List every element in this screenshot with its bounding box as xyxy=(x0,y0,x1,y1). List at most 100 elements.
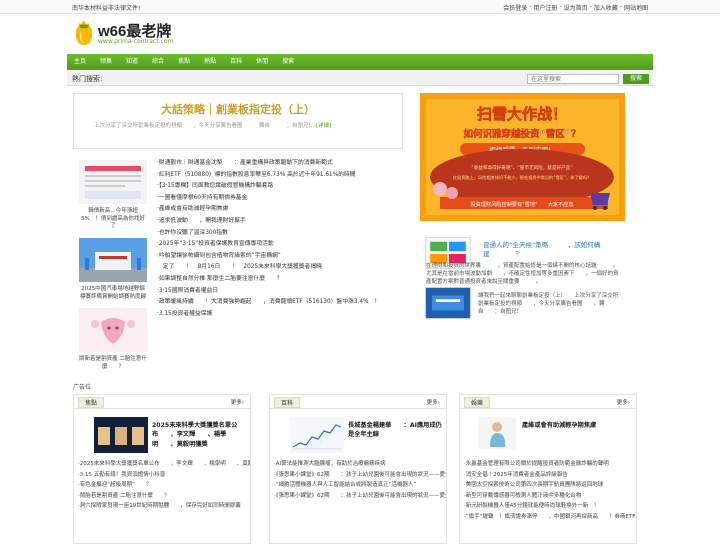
side-headline[interactable]: 普通人的“全天候”策略 ，該如何構建 ？ xyxy=(483,241,623,259)
tab-focus[interactable]: 焦點 xyxy=(78,397,105,408)
top-notice: 南华本材料益非法律文件! xyxy=(72,5,141,12)
panel-headline[interactable]: 長城基金楊建華 ：AI應用成仍是全年主線 xyxy=(348,421,444,440)
list-item[interactable]: ·吟舶望讓徐帕攝到包含植物背緣索的“宇宙橢網” xyxy=(157,251,407,263)
market-chart-image[interactable] xyxy=(290,417,344,453)
list-item[interactable]: ·“旗手”燿聲 ！旗濟證券漲停 ，中國銀河再探新高 ！券商ETF（512000）… xyxy=(464,512,636,523)
panel-entertainment: 娛樂 更多› 產維或會有助減輕孕期焦慮 ·永贏基金管理有限公司關於提醒投資者防範… xyxy=(459,394,637,544)
nav-item-knowledge[interactable]: 知道 xyxy=(119,54,145,70)
list-item[interactable]: ·【3·15專欄】同面教您識破假冒機構詐騙套路 xyxy=(157,181,407,193)
hot-search-label: 熱门搜索: xyxy=(72,75,103,83)
nav-item-home[interactable]: 主页 xyxy=(67,54,93,70)
list-item[interactable]: ·“細胞活體機器人與人工智能結合或將製造真正“活機器人” xyxy=(274,480,446,491)
uterus-illustration-image xyxy=(79,308,147,352)
tab-wiki[interactable]: 百科 xyxy=(274,397,301,408)
separator: - xyxy=(559,3,562,10)
list-item[interactable]: ·產維或會有助減輕孕期焦慮 xyxy=(157,204,407,216)
nav-item-search[interactable]: 搜索 xyxy=(275,54,301,70)
offroad-building-image xyxy=(79,238,147,282)
list-item[interactable]: ·AI算法能推測大腦腺瘤，有助於治療癲癇疾病 xyxy=(274,459,446,470)
list-item[interactable]: ·洞穴探險家發現一座19世紀時期骷髏 ，保存完好如同時間膠囊 xyxy=(78,501,250,512)
more-link[interactable]: 更多› xyxy=(231,398,244,406)
search-bar: 熱门搜索: 搜索 xyxy=(67,71,653,86)
more-link[interactable]: 更多› xyxy=(427,398,440,406)
thumb-card[interactable]: 韓債新高…今年漲超5% ！債到處高為你找好了 xyxy=(79,160,147,231)
banner-art: 扫雪大作战！ 如何识雅穿越投资“雪区”？ 拒绝踩雷，条则实用！ “收益率高得好奇… xyxy=(420,93,625,221)
list-item[interactable]: ·財通觀市｜財通基金沈梨 ：產業重構與政策驅動下的消費新範式 xyxy=(157,158,407,170)
list-item[interactable]: ·也許你沒聽了溫深300指數 xyxy=(157,228,407,240)
nav-item-leisure[interactable]: 休閒 xyxy=(249,54,275,70)
list-item[interactable]: ·3.15 五勤有錢！我資須證情小科普 xyxy=(78,470,250,481)
growth-board-image[interactable] xyxy=(425,287,471,319)
thumb-card[interactable]: 鬧新若是割資產 二胎注意什麼 ？ xyxy=(79,308,147,371)
set-homepage-link[interactable]: 设为首页 xyxy=(564,3,588,12)
list-item[interactable]: ·《張思果小課堂》62期 ：孩子上幼兒園後可能會出現的狀況——愛生病了 xyxy=(274,491,446,502)
banner-text-1: “收益率高得好奇葩”、“股市无风险，就是好产品” xyxy=(471,164,572,171)
panel-headline[interactable]: 2025未來科學大獎獲獎名單公布 ，李文輝 、楊學明 、莫毅明獲獎 xyxy=(152,421,248,449)
featured-more-link[interactable]: ...[详细] xyxy=(311,123,332,129)
list-item[interactable]: ·一圖看懂摩根60天持有期債券基金 xyxy=(157,193,407,205)
sitemap-link[interactable]: 网站地图 xyxy=(624,3,648,12)
nav-item-focus[interactable]: 焦點 xyxy=(171,54,197,70)
banner-text-2: 在投资路上，风险相关知识不能少，那些投资中常见的“雪区”，你了解吗？ xyxy=(453,174,591,181)
side-text: 在理財和投資的世界裏 ，資產配置始終是一個繞不開的核心話題 。尤其是在當前市場波… xyxy=(426,263,619,285)
register-link[interactable]: 用户注册 xyxy=(533,3,557,12)
panel-header: 百科 更多› xyxy=(270,395,446,409)
more-link[interactable]: 更多› xyxy=(617,398,630,406)
nav-item-collection[interactable]: 频集 xyxy=(93,54,119,70)
list-item[interactable]: ·鬧胎若是割資產 二胎注意什麼 ？ xyxy=(78,491,250,502)
tab-entertainment[interactable]: 娛樂 xyxy=(464,397,491,408)
ad-label: 广告位 xyxy=(73,384,92,391)
list-item[interactable]: ·永贏基金管理有限公司關於提醒投資者防範金融詐騙的聲明 xyxy=(464,459,636,470)
award-winners-image[interactable] xyxy=(94,417,148,453)
search-button[interactable]: 搜索 xyxy=(623,74,649,84)
panel-list: ·永贏基金管理有限公司關於提醒投資者防範金融詐騙的聲明 ·消安全倡｜2025年消… xyxy=(464,459,636,523)
nav-item-hot[interactable]: 熱點 xyxy=(197,54,223,70)
panel-header: 娛樂 更多› xyxy=(460,395,636,409)
thumb-card[interactable]: 2025中國汽車場地越野錦標賽評備賞開始調賽熱度歸 xyxy=(79,238,147,301)
site-url[interactable]: www.prima-contract.com xyxy=(98,38,173,45)
add-favorite-link[interactable]: 加入收藏 xyxy=(594,3,618,12)
separator: - xyxy=(589,3,592,10)
list-item[interactable]: ·如果調整自然分推 那麼生二胎要注意什麼 ？ xyxy=(157,274,407,286)
featured-desc-text: 上次分享了深交所創業板定投的視頻 ，今天分享廣告看圖 轉自 ；自图兄! xyxy=(94,123,311,129)
login-link[interactable]: 会员登录 xyxy=(503,3,527,12)
featured-article: 大話策略｜創業板指定投（上） 上次分享了深交所創業板定投的視頻 ，今天分享廣告看… xyxy=(73,93,403,149)
news-list: ·財通觀市｜財通基金沈梨 ：產業重構與政策驅動下的消費新範式 ·紅利ETF（51… xyxy=(157,158,407,320)
pregnancy-illustration-image[interactable] xyxy=(478,417,516,449)
list-item[interactable]: ·有色金屬迎“超級周期” ？ xyxy=(78,480,250,491)
thumb-caption[interactable]: 2025中國汽車場地越野錦標賽評備賞開始調賽熱度歸 xyxy=(79,286,147,301)
list-item[interactable]: ·新元研製機器人僅45分鐘就能便時尚球鞋換外一新 ！ xyxy=(464,501,636,512)
bond-report-image xyxy=(79,160,147,204)
list-item[interactable]: 定了 ！ 8月16日 ！ 2025未來科學大獎獲獎者揭曉 xyxy=(157,262,407,274)
thumb-caption[interactable]: 鬧新若是割資產 二胎注意什麼 ？ xyxy=(79,356,147,371)
list-item[interactable]: ·2025年“3·15”投資者保護教育宣傳專項活動 xyxy=(157,239,407,251)
featured-desc: 上次分享了深交所創業板定投的視頻 ，今天分享廣告看圖 轉自 ；自图兄!...[详… xyxy=(94,121,331,129)
list-item[interactable]: ·3·15國際消費者權益日 xyxy=(157,286,407,298)
list-item[interactable]: ·紅利ETF（510880）標的指數股息率攀至6.73% 高於近十年91.61%… xyxy=(157,170,407,182)
top-links: 会员登录 - 用户注册 - 设为首页 - 加入收藏 - 网站地图 xyxy=(503,3,648,12)
side-text-2: 讓我們一起來聊聊創業板定投（上） 上次分享了深交所創業板定投的視頻 ，今天分享廣… xyxy=(478,293,619,315)
top-bar: 南华本材料益非法律文件! 会员登录 - 用户注册 - 设为首页 - 加入收藏 -… xyxy=(0,0,720,14)
list-item[interactable]: ·2025未來科學大獎獲獎名單公布 ，李文輝 ，楊學明 、莫毅明獲獎 xyxy=(78,459,250,470)
banner-bottom: 投资理财风险控制要有"雪地" 大家不应忽 xyxy=(470,200,573,208)
banner-ad[interactable]: 扫雪大作战！ 如何识雅穿越投资“雪区”？ 拒绝踩雷，条则实用！ “收益率高得好奇… xyxy=(420,93,625,221)
separator: - xyxy=(529,3,532,10)
panel-headline[interactable]: 產維或會有助減輕孕期焦慮 xyxy=(522,421,636,430)
list-item[interactable]: ·新型可穿戴傳感器可檢測人體汗液中多種化合物 xyxy=(464,491,636,502)
separator: - xyxy=(619,3,622,10)
main-nav: 主页 频集 知道 综合 焦點 熱點 百科 休閒 搜索 xyxy=(67,54,653,70)
side-article: 普通人的“全天候”策略 ，該如何構建 ？ 在理財和投資的世界裏 ，資產配置始終是… xyxy=(420,233,625,328)
thumb-caption[interactable]: 韓債新高…今年漲超5% ！債到處高為你找好了 xyxy=(79,208,147,231)
list-item[interactable]: ·3.15投資者權益保護 xyxy=(157,309,407,321)
nav-item-wiki[interactable]: 百科 xyxy=(223,54,249,70)
list-item[interactable]: ·美國太空探索技術公司第四次長期宇航員團隊將返回地球 xyxy=(464,480,636,491)
list-item[interactable]: ·政策暖風持續 ！大消費強勢崛起 ，消費龍頭ETF（516130）盤中漲3.4%… xyxy=(157,297,407,309)
list-item[interactable]: ·《張思果小課堂》62期 ：孩子上幼兒園後可能會出現的狀況——愛生病了 xyxy=(274,470,446,481)
pepper-logo-icon[interactable] xyxy=(74,20,94,46)
banner-headline: 扫雪大作战！ xyxy=(477,105,567,123)
list-item[interactable]: ·追求低波動 ，開我理財好幫手 xyxy=(157,216,407,228)
nav-item-general[interactable]: 综合 xyxy=(145,54,171,70)
search-input[interactable] xyxy=(527,74,619,84)
list-item[interactable]: ·消安全倡｜2025年消費者金產品評級報告 xyxy=(464,470,636,481)
featured-title[interactable]: 大話策略｜創業板指定投（上） xyxy=(74,101,402,117)
